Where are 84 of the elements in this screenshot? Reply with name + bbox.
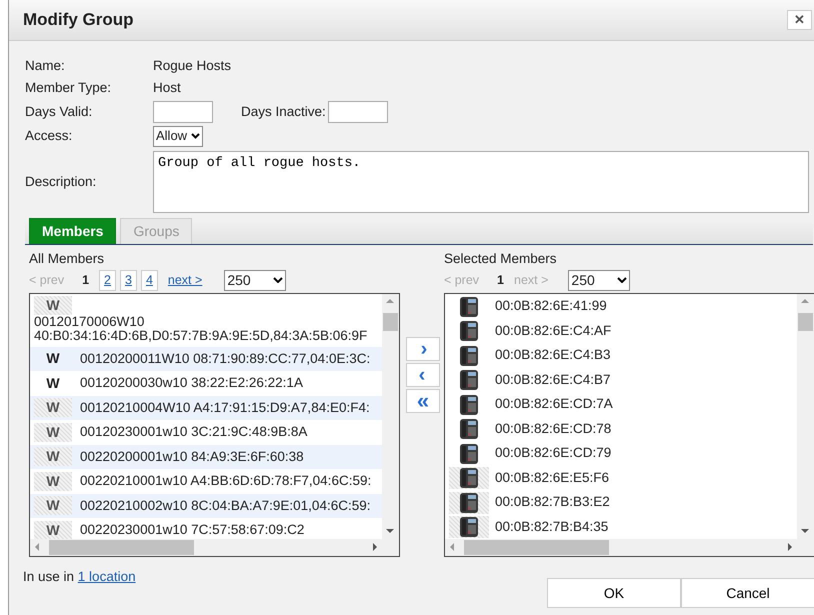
list-item[interactable]: 00:0B:82:6E:CD:78 (444, 416, 797, 442)
list-item[interactable]: 00:0B:82:7B:B4:35 (444, 514, 797, 540)
w-icon: W (34, 398, 72, 418)
input-field[interactable] (153, 101, 213, 123)
phone-icon (458, 320, 479, 342)
w-icon: W (34, 422, 72, 442)
field-label: Member Type: (25, 78, 112, 97)
phone-icon (458, 344, 479, 366)
horizontal-scrollbar[interactable] (444, 539, 814, 556)
phone-icon (458, 492, 479, 514)
usage-text: In use in 1 location (23, 568, 136, 586)
field-label: Days Inactive: (241, 102, 326, 121)
phone-icon (458, 516, 479, 538)
phone-icon (458, 394, 479, 416)
list-item[interactable]: 00:0B:82:6E:CD:7A (444, 392, 797, 417)
remove-all-button[interactable]: « (406, 389, 440, 413)
list-item[interactable]: W 00120230001w10 3C:21:9C:48:9B:8A (30, 420, 382, 445)
w-icon: W (34, 472, 72, 491)
list-item[interactable]: W 00120210004W10 A4:17:91:15:D9:A7,84:E0:F4: (30, 396, 382, 420)
list-item[interactable]: 00:0B:82:6E:C4:AF (444, 318, 797, 344)
phone-icon (458, 442, 479, 464)
list-item[interactable]: W 00220210002w10 8C:04:BA:A7:9E:01,04:6C:59: (30, 494, 382, 518)
list-item[interactable]: 00:0B:82:7B:B3:E2 (444, 490, 797, 515)
w-icon: W (34, 447, 72, 466)
list-item[interactable]: 00:0B:82:6E:C4:B3 (444, 343, 797, 368)
current-page: 1 (82, 272, 90, 289)
phone-icon (458, 296, 479, 318)
field-label: Days Valid: (25, 102, 94, 121)
scroll-thumb[interactable] (464, 540, 609, 556)
page-size-dropdown[interactable]: 250 (568, 270, 630, 291)
add-button[interactable]: › (406, 337, 440, 361)
list-item[interactable]: 00:0B:82:6E:E5:F6 (444, 466, 797, 490)
list-item[interactable]: W 00220200001w10 84:A9:3E:6F:60:38 (30, 444, 382, 470)
remove-button[interactable]: ‹ (406, 363, 440, 387)
w-icon: W (34, 349, 72, 368)
caret-icon (191, 133, 200, 139)
list-item[interactable]: 00:0B:82:6E:C4:B7 (444, 368, 797, 392)
list-item[interactable]: W 00220230001w10 7C:57:58:67:09:C2 (30, 518, 382, 540)
list-title: Selected Members (444, 250, 558, 268)
close-button[interactable]: ✕ (787, 10, 812, 30)
dialog-title: Modify Group (23, 9, 134, 32)
field-label: Name: (25, 56, 66, 75)
caret-icon (617, 277, 628, 284)
page-link[interactable]: 2 (99, 270, 116, 291)
field-value: Rogue Hosts (153, 56, 232, 75)
scroll-thumb[interactable] (798, 313, 813, 332)
page-link[interactable]: 4 (140, 270, 158, 291)
location-link[interactable]: 1 location (78, 569, 136, 584)
list-item[interactable]: W 00220210001w10 A4:BB:6D:6D:78:F7,04:6C:59: (30, 469, 382, 494)
scroll-arrow-icon[interactable] (386, 529, 394, 534)
ok-button[interactable]: OK (547, 578, 681, 608)
w-icon: W (34, 520, 72, 540)
description-field[interactable]: Group of all rogue hosts. (153, 151, 809, 213)
access-dropdown[interactable]: Allow (153, 126, 204, 146)
scroll-arrow-icon[interactable] (801, 529, 809, 534)
list-item[interactable]: W 00120200011W10 08:71:90:89:CC:77,04:0E:3C: (30, 346, 382, 372)
cancel-button[interactable]: Cancel (681, 578, 814, 608)
current-page: 1 (497, 272, 504, 289)
page-size-dropdown[interactable]: 250 (224, 270, 286, 291)
list-item[interactable]: W 00120170006W10 40:B0:34:16:4D:6B,D0:57:7B:9A:9E:5D,84:3A:5B:06:9F (30, 294, 382, 347)
w-icon: W (34, 374, 72, 393)
phone-icon (458, 418, 479, 440)
horizontal-scrollbar[interactable] (30, 539, 400, 556)
list-title: All Members (29, 250, 106, 268)
list-item[interactable]: 00:0B:82:6E:41:99 (444, 294, 797, 319)
page-link[interactable]: 3 (120, 270, 137, 291)
field-label: Description: (25, 172, 98, 191)
scroll-thumb[interactable] (383, 313, 398, 332)
tab[interactable]: Members (29, 218, 116, 244)
caret-icon (273, 277, 284, 284)
list-item[interactable]: 00:0B:82:6E:CD:79 (444, 441, 797, 466)
phone-icon (458, 369, 479, 391)
w-icon: W (34, 296, 72, 316)
input-field[interactable] (328, 101, 388, 123)
field-label: Access: (25, 126, 74, 145)
scroll-arrow-icon[interactable] (373, 543, 378, 552)
list-item[interactable]: W 00120200030w10 38:22:E2:26:22:1A (30, 371, 382, 396)
field-value: Host (153, 78, 181, 97)
vertical-scrollbar[interactable] (797, 294, 814, 540)
phone-icon (458, 467, 479, 489)
scroll-thumb[interactable] (49, 540, 194, 556)
scroll-arrow-icon[interactable] (788, 543, 792, 552)
vertical-scrollbar[interactable] (382, 294, 400, 540)
w-icon: W (34, 496, 72, 516)
